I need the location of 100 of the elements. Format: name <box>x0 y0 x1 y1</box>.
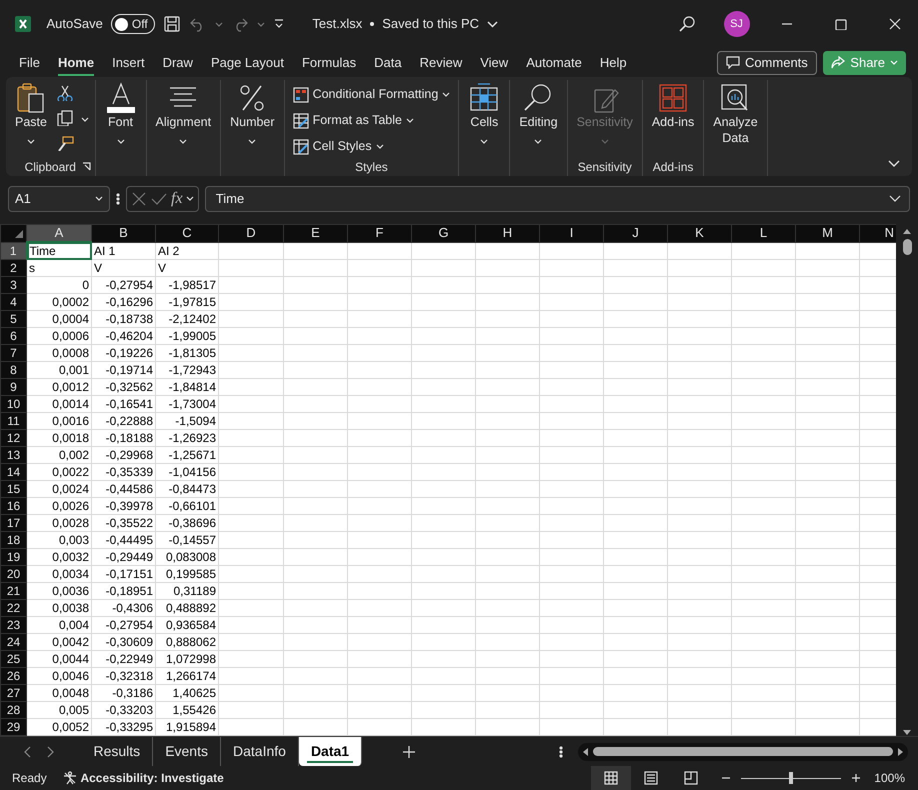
table-cell[interactable]: 0,0018 <box>26 430 92 446</box>
table-cell[interactable]: V <box>92 260 156 276</box>
table-cell[interactable]: 0,0046 <box>26 668 92 684</box>
table-cell[interactable]: 0,0012 <box>26 378 92 396</box>
row-header[interactable]: 29 <box>0 718 26 736</box>
row-header[interactable]: 19 <box>0 548 26 566</box>
table-cell[interactable]: 0,0052 <box>26 718 92 736</box>
table-cell[interactable]: -0,32318 <box>92 668 156 684</box>
column-header[interactable]: I <box>540 224 604 242</box>
more-icon[interactable] <box>558 744 562 758</box>
table-cell[interactable]: 0,003 <box>26 532 92 548</box>
table-cell[interactable]: -1,84814 <box>156 378 218 396</box>
table-cell[interactable]: 0,0004 <box>26 310 92 328</box>
collapse-ribbon-icon[interactable] <box>888 160 900 168</box>
table-cell[interactable]: 0,0026 <box>26 498 92 514</box>
formula-input[interactable]: Time <box>204 186 910 212</box>
table-cell[interactable]: -0,19714 <box>92 362 156 378</box>
table-cell[interactable]: -0,3186 <box>92 684 156 702</box>
row-header[interactable]: 28 <box>0 702 26 718</box>
column-header[interactable]: M <box>796 224 860 242</box>
table-cell[interactable]: -1,26923 <box>156 430 218 446</box>
table-cell[interactable]: -0,17151 <box>92 566 156 582</box>
table-cell[interactable]: -0,46204 <box>92 328 156 344</box>
table-cell[interactable]: 1,40625 <box>156 684 218 702</box>
menu-tab[interactable]: Page Layout <box>202 48 293 76</box>
table-cell[interactable]: -0,27954 <box>92 616 156 634</box>
table-cell[interactable]: 0,0028 <box>26 514 92 532</box>
comments-button[interactable]: Comments <box>716 50 817 75</box>
table-cell[interactable]: -1,25671 <box>156 446 218 464</box>
row-header[interactable]: 21 <box>0 582 26 600</box>
row-header[interactable]: 11 <box>0 412 26 430</box>
column-header[interactable]: L <box>732 224 796 242</box>
table-cell[interactable]: 0,0036 <box>26 582 92 600</box>
table-cell[interactable]: -0,18738 <box>92 310 156 328</box>
column-header[interactable]: F <box>348 224 412 242</box>
table-cell[interactable]: -1,73004 <box>156 396 218 412</box>
table-cell[interactable]: 0,083008 <box>156 548 218 566</box>
add-sheet-icon[interactable] <box>402 744 416 758</box>
row-header[interactable]: 6 <box>0 328 26 344</box>
scroll-down-icon[interactable] <box>902 729 912 736</box>
addins-button[interactable]: Add-ins <box>646 80 700 132</box>
table-cell[interactable]: 0,0038 <box>26 600 92 616</box>
table-cell[interactable]: 0,488892 <box>156 600 218 616</box>
row-header[interactable]: 12 <box>0 430 26 446</box>
column-header[interactable]: A <box>26 224 92 242</box>
number-button[interactable]: Number <box>225 80 280 152</box>
row-header[interactable]: 8 <box>0 362 26 378</box>
column-header[interactable]: C <box>156 224 218 242</box>
table-cell[interactable]: 0,0048 <box>26 684 92 702</box>
column-header[interactable]: E <box>284 224 348 242</box>
sheet-tab[interactable]: Data1 <box>298 737 362 766</box>
table-cell[interactable]: -0,66101 <box>156 498 218 514</box>
accessibility-button[interactable]: Accessibility: Investigate <box>63 769 224 787</box>
sheet-tab[interactable]: Events <box>153 737 221 766</box>
column-header[interactable]: D <box>218 224 284 242</box>
scroll-up-icon[interactable] <box>902 228 912 235</box>
menu-tab[interactable]: Home <box>48 48 104 76</box>
table-cell[interactable]: -0,44495 <box>92 532 156 548</box>
conditional-button[interactable]: Conditional Formatting <box>288 83 454 106</box>
table-cell[interactable]: 0,0022 <box>26 464 92 480</box>
column-header[interactable]: K <box>668 224 732 242</box>
table-cell[interactable]: 0,31189 <box>156 582 218 600</box>
column-header[interactable]: G <box>412 224 476 242</box>
row-header[interactable]: 26 <box>0 668 26 684</box>
row-header[interactable]: 23 <box>0 616 26 634</box>
row-header[interactable]: 2 <box>0 260 26 276</box>
name-box[interactable]: A1 <box>8 186 110 212</box>
row-header[interactable]: 16 <box>0 498 26 514</box>
table-cell[interactable]: 0,001 <box>26 362 92 378</box>
scroll-right-icon[interactable] <box>896 746 904 756</box>
row-header[interactable]: 4 <box>0 294 26 310</box>
scrollbar-thumb[interactable] <box>592 747 892 756</box>
column-header[interactable]: N <box>860 224 896 242</box>
table-button[interactable]: Format as Table <box>288 109 454 132</box>
column-header[interactable]: J <box>604 224 668 242</box>
table-cell[interactable]: -0,16541 <box>92 396 156 412</box>
row-header[interactable]: 27 <box>0 684 26 702</box>
table-cell[interactable]: 0,0044 <box>26 650 92 668</box>
table-cell[interactable]: 0,0002 <box>26 294 92 310</box>
table-cell[interactable]: 0,005 <box>26 702 92 718</box>
autosave-toggle[interactable]: Off <box>110 14 155 34</box>
view-button[interactable] <box>591 766 632 790</box>
alignment-button[interactable]: Alignment <box>150 80 216 152</box>
table-cell[interactable]: -0,18951 <box>92 582 156 600</box>
menu-tab[interactable]: Data <box>365 48 411 76</box>
table-cell[interactable]: -0,84473 <box>156 480 218 498</box>
column-header[interactable]: B <box>92 224 156 242</box>
row-header[interactable]: 24 <box>0 634 26 650</box>
row-header[interactable]: 5 <box>0 310 26 328</box>
table-cell[interactable]: AI 1 <box>92 242 156 260</box>
table-cell[interactable]: -0,33295 <box>92 718 156 736</box>
menu-tab[interactable]: Draw <box>154 48 202 76</box>
table-cell[interactable]: -0,18188 <box>92 430 156 446</box>
column-header[interactable]: H <box>476 224 540 242</box>
styles-button[interactable]: Cell Styles <box>288 135 454 158</box>
table-cell[interactable]: -1,99005 <box>156 328 218 344</box>
row-header[interactable]: 7 <box>0 344 26 362</box>
table-cell[interactable]: -0,16296 <box>92 294 156 310</box>
table-cell[interactable]: -0,22888 <box>92 412 156 430</box>
table-cell[interactable]: -1,81305 <box>156 344 218 362</box>
